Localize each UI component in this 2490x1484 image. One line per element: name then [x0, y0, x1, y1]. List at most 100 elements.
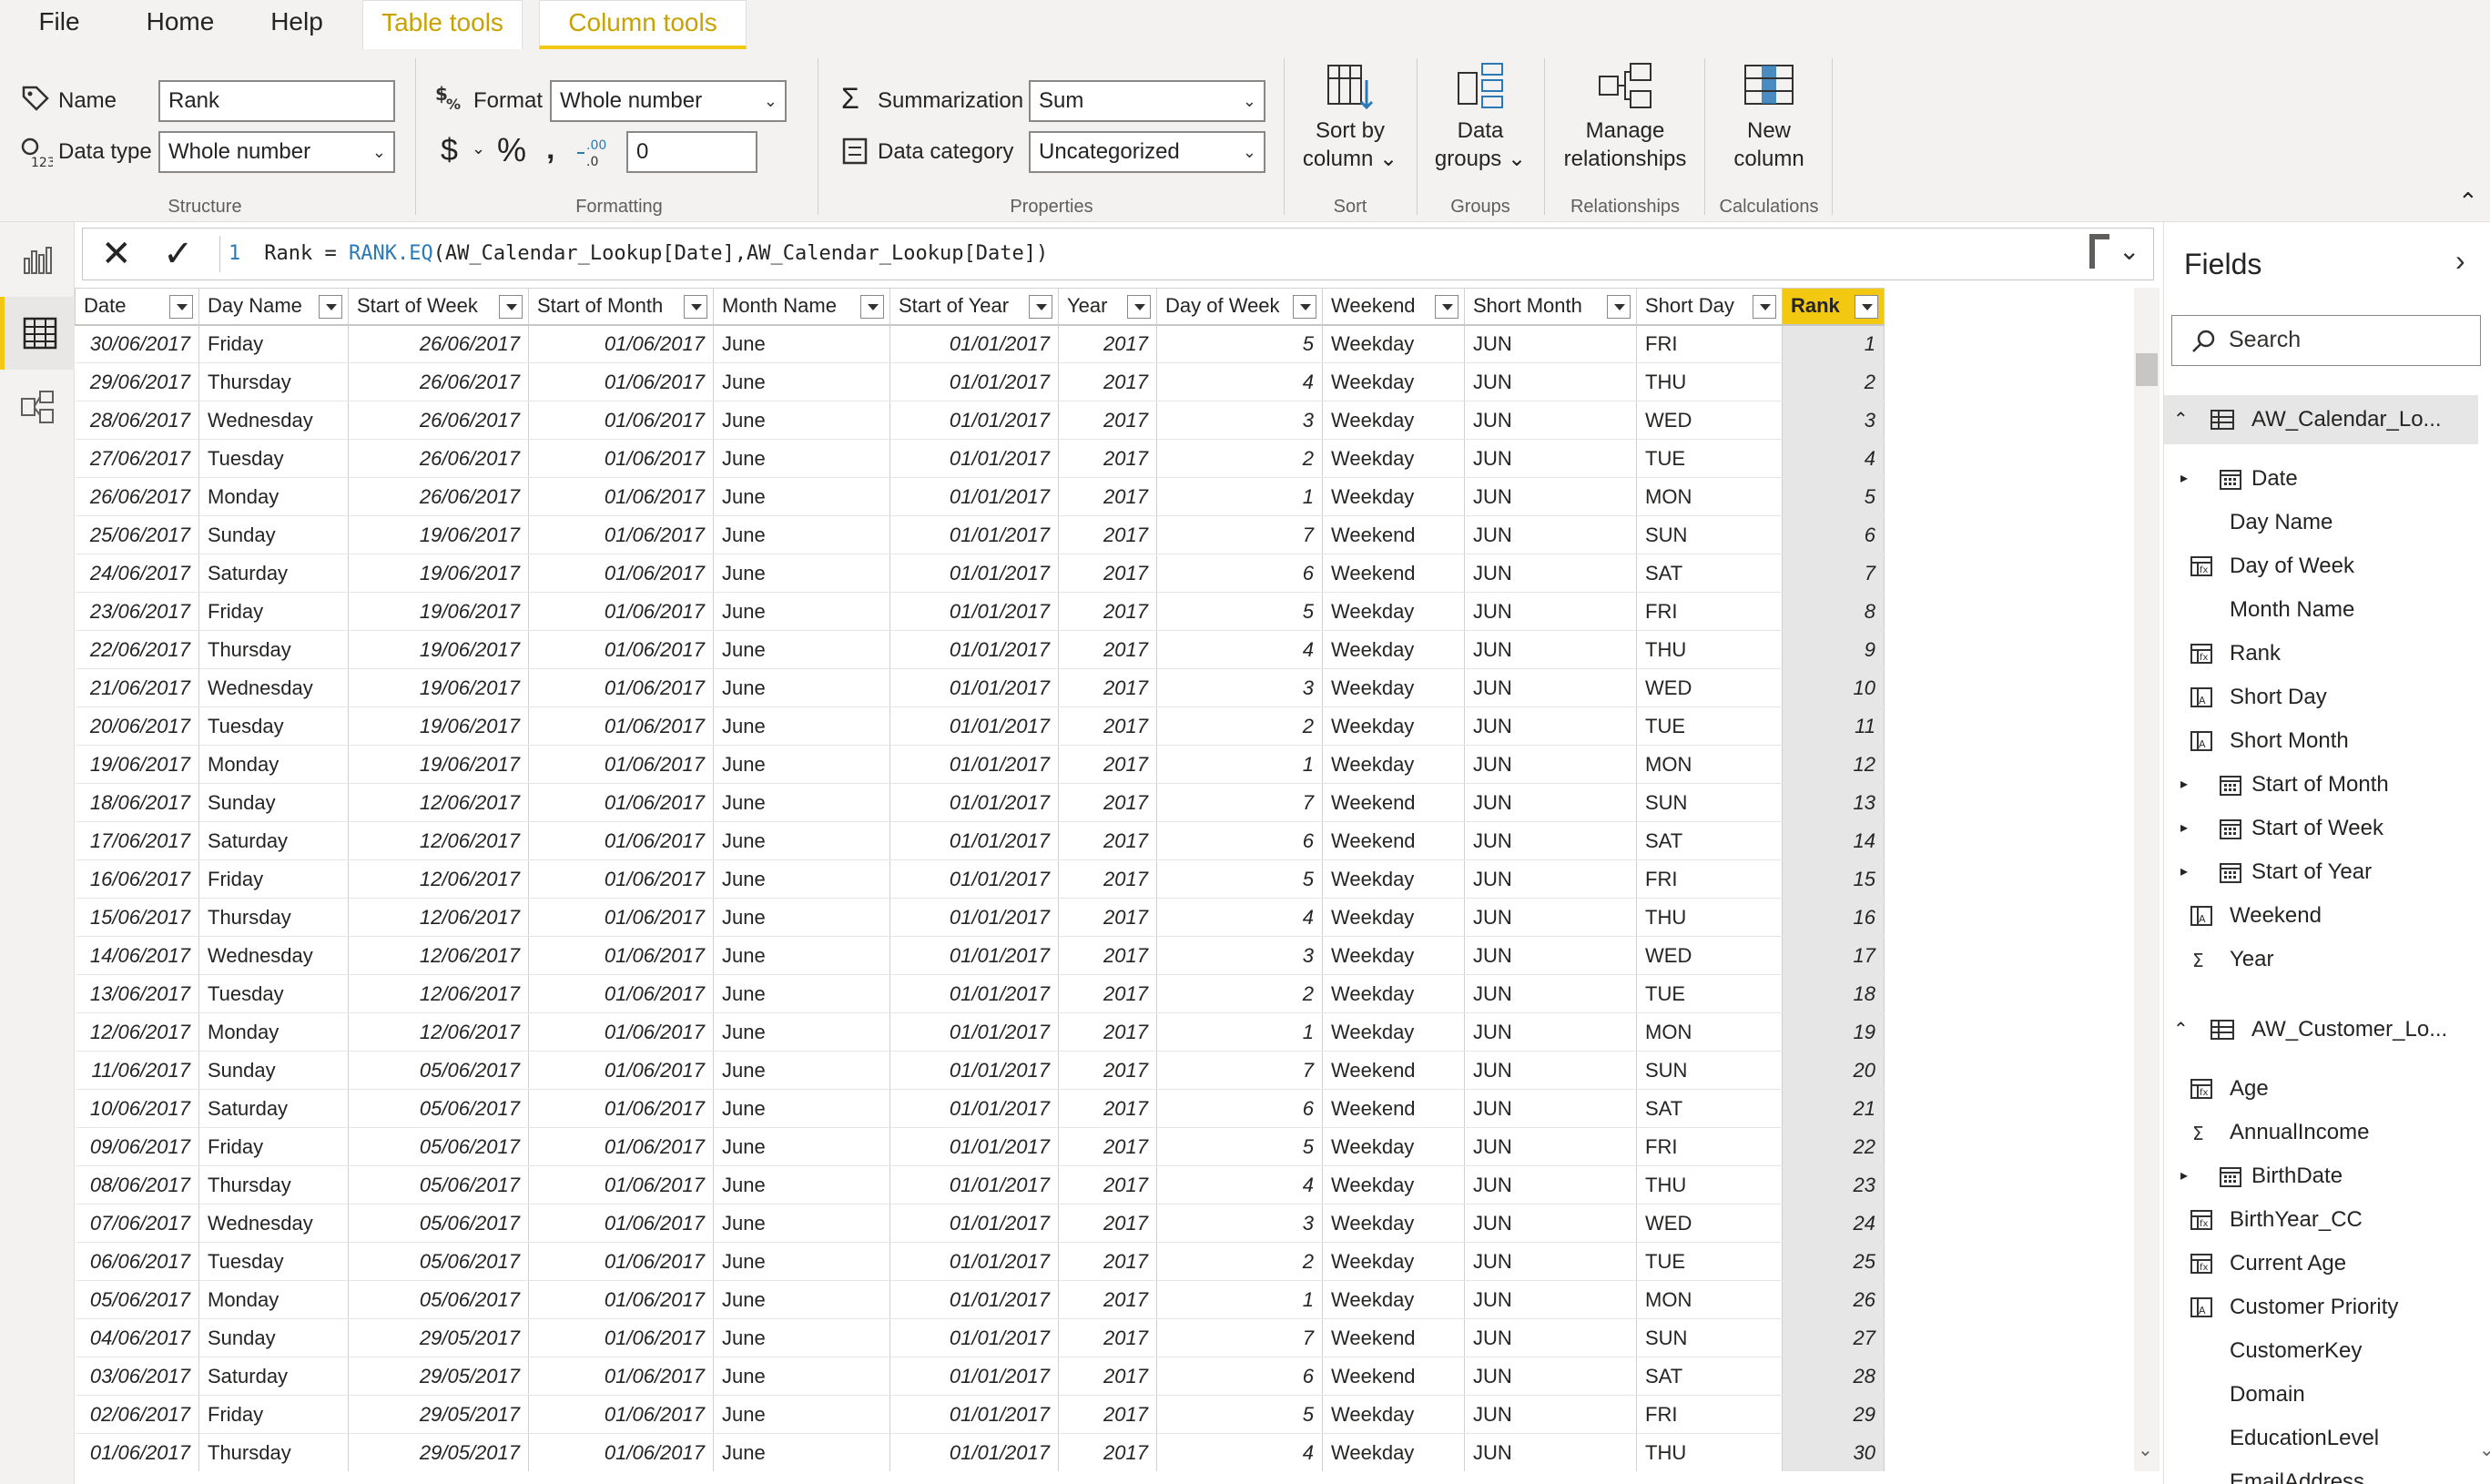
table-cell[interactable]: 7 — [1156, 1051, 1323, 1090]
table-cell[interactable]: WED — [1636, 936, 1783, 975]
table-cell[interactable]: Weekday — [1322, 1204, 1465, 1243]
tab-help[interactable]: Help — [260, 0, 333, 49]
table-cell[interactable]: 2017 — [1058, 1395, 1157, 1434]
table-cell[interactable]: Sunday — [198, 515, 349, 554]
table-cell[interactable]: Weekend — [1322, 1318, 1465, 1357]
table-cell[interactable]: MON — [1636, 1280, 1783, 1319]
table-cell[interactable]: June — [713, 1318, 890, 1357]
table-cell[interactable]: 16 — [1782, 898, 1885, 937]
table-cell[interactable]: 2017 — [1058, 821, 1157, 860]
table-cell[interactable]: WED — [1636, 401, 1783, 440]
table-cell[interactable]: 01/06/2017 — [528, 1012, 714, 1052]
field-item[interactable]: Σ AnnualIncome — [2164, 1111, 2474, 1154]
table-cell[interactable]: 01/01/2017 — [889, 859, 1059, 899]
table-cell[interactable]: 20/06/2017 — [75, 706, 199, 746]
table-cell[interactable]: 01/01/2017 — [889, 477, 1059, 516]
format-select[interactable]: Whole number ⌄ — [550, 80, 787, 122]
table-cell[interactable]: Wednesday — [198, 1204, 349, 1243]
table-cell[interactable]: SUN — [1636, 515, 1783, 554]
decimal-places-icon[interactable]: .00.0 — [575, 135, 610, 168]
field-item[interactable]: fx Age — [2164, 1067, 2474, 1111]
table-cell[interactable]: SUN — [1636, 1318, 1783, 1357]
table-cell[interactable]: 17/06/2017 — [75, 821, 199, 860]
table-cell[interactable]: 29/05/2017 — [348, 1318, 529, 1357]
field-item[interactable]: Domain — [2164, 1373, 2474, 1417]
table-cell[interactable]: Friday — [198, 324, 349, 363]
table-cell[interactable]: 7 — [1156, 515, 1323, 554]
table-cell[interactable]: 01/01/2017 — [889, 554, 1059, 593]
table-cell[interactable]: June — [713, 362, 890, 401]
decimal-places-input[interactable] — [626, 131, 757, 173]
table-cell[interactable]: June — [713, 1051, 890, 1090]
table-cell[interactable]: 01/01/2017 — [889, 1204, 1059, 1243]
table-cell[interactable]: 01/01/2017 — [889, 936, 1059, 975]
table-cell[interactable]: JUN — [1464, 974, 1637, 1013]
table-cell[interactable]: 01/01/2017 — [889, 1165, 1059, 1204]
table-cell[interactable]: 01/06/2017 — [528, 1165, 714, 1204]
table-cell[interactable]: 5 — [1782, 477, 1885, 516]
table-cell[interactable]: 01/06/2017 — [528, 974, 714, 1013]
expand-arrow-icon[interactable]: ▸ — [2180, 807, 2188, 850]
table-cell[interactable]: 01/06/2017 — [528, 1280, 714, 1319]
table-cell[interactable]: SAT — [1636, 554, 1783, 593]
table-cell[interactable]: JUN — [1464, 630, 1637, 669]
field-item[interactable]: Month Name — [2164, 588, 2474, 632]
table-cell[interactable]: 01/01/2017 — [889, 324, 1059, 363]
table-cell[interactable]: 5 — [1156, 859, 1323, 899]
table-cell[interactable]: 2017 — [1058, 439, 1157, 478]
filter-dropdown-icon[interactable] — [169, 295, 193, 319]
table-cell[interactable]: JUN — [1464, 1280, 1637, 1319]
table-cell[interactable]: 01/06/2017 — [528, 515, 714, 554]
table-cell[interactable]: 29/05/2017 — [348, 1433, 529, 1471]
table-cell[interactable]: 3 — [1156, 1204, 1323, 1243]
data-view-button[interactable] — [0, 297, 75, 370]
table-cell[interactable]: Weekday — [1322, 477, 1465, 516]
table-cell[interactable]: 01/01/2017 — [889, 515, 1059, 554]
name-input[interactable] — [158, 80, 395, 122]
data-type-select[interactable]: Whole number ⌄ — [158, 131, 395, 173]
field-item[interactable]: ▸ Start of Month — [2164, 763, 2474, 807]
table-cell[interactable]: 12/06/2017 — [348, 898, 529, 937]
table-cell[interactable]: Monday — [198, 745, 349, 784]
table-cell[interactable]: 01/06/2017 — [528, 1433, 714, 1471]
table-cell[interactable]: 11/06/2017 — [75, 1051, 199, 1090]
table-cell[interactable]: JUN — [1464, 821, 1637, 860]
table-cell[interactable]: Weekday — [1322, 1012, 1465, 1052]
table-cell[interactable]: Monday — [198, 477, 349, 516]
table-cell[interactable]: JUN — [1464, 324, 1637, 363]
table-cell[interactable]: 2017 — [1058, 630, 1157, 669]
expand-arrow-icon[interactable]: ▸ — [2180, 763, 2188, 807]
tab-home[interactable]: Home — [135, 0, 226, 49]
table-cell[interactable]: Saturday — [198, 554, 349, 593]
table-cell[interactable]: 01/06/2017 — [528, 668, 714, 707]
table-cell[interactable]: 2017 — [1058, 1318, 1157, 1357]
filter-dropdown-icon[interactable] — [1127, 295, 1151, 319]
table-cell[interactable]: 21 — [1782, 1089, 1885, 1128]
table-cell[interactable]: 28/06/2017 — [75, 401, 199, 440]
table-cell[interactable]: Weekend — [1322, 554, 1465, 593]
table-cell[interactable]: 01/06/2017 — [528, 1127, 714, 1166]
table-cell[interactable]: JUN — [1464, 362, 1637, 401]
table-cell[interactable]: 4 — [1156, 1433, 1323, 1471]
field-item[interactable]: A Short Month — [2164, 719, 2474, 763]
field-item[interactable]: ▸ Start of Week — [2164, 807, 2474, 850]
filter-dropdown-icon[interactable] — [1607, 295, 1631, 319]
field-item[interactable]: Day Name — [2164, 501, 2474, 544]
table-cell[interactable]: Tuesday — [198, 439, 349, 478]
field-item[interactable]: ▸ Date — [2164, 457, 2474, 501]
currency-button[interactable]: $ — [441, 133, 458, 168]
table-cell[interactable]: 01/06/2017 — [528, 324, 714, 363]
table-cell[interactable]: 11 — [1782, 706, 1885, 746]
percent-button[interactable]: % — [497, 131, 526, 169]
table-cell[interactable]: 01/01/2017 — [889, 592, 1059, 631]
table-cell[interactable]: 26/06/2017 — [75, 477, 199, 516]
table-cell[interactable]: Sunday — [198, 1318, 349, 1357]
table-cell[interactable]: 26 — [1782, 1280, 1885, 1319]
table-cell[interactable]: 01/06/2017 — [528, 439, 714, 478]
table-cell[interactable]: 1 — [1156, 1012, 1323, 1052]
column-header[interactable]: Year — [1058, 288, 1157, 326]
table-cell[interactable]: 01/06/2017 — [75, 1433, 199, 1471]
table-cell[interactable]: June — [713, 1165, 890, 1204]
table-cell[interactable]: 2017 — [1058, 668, 1157, 707]
field-item[interactable]: CustomerKey — [2164, 1329, 2474, 1373]
